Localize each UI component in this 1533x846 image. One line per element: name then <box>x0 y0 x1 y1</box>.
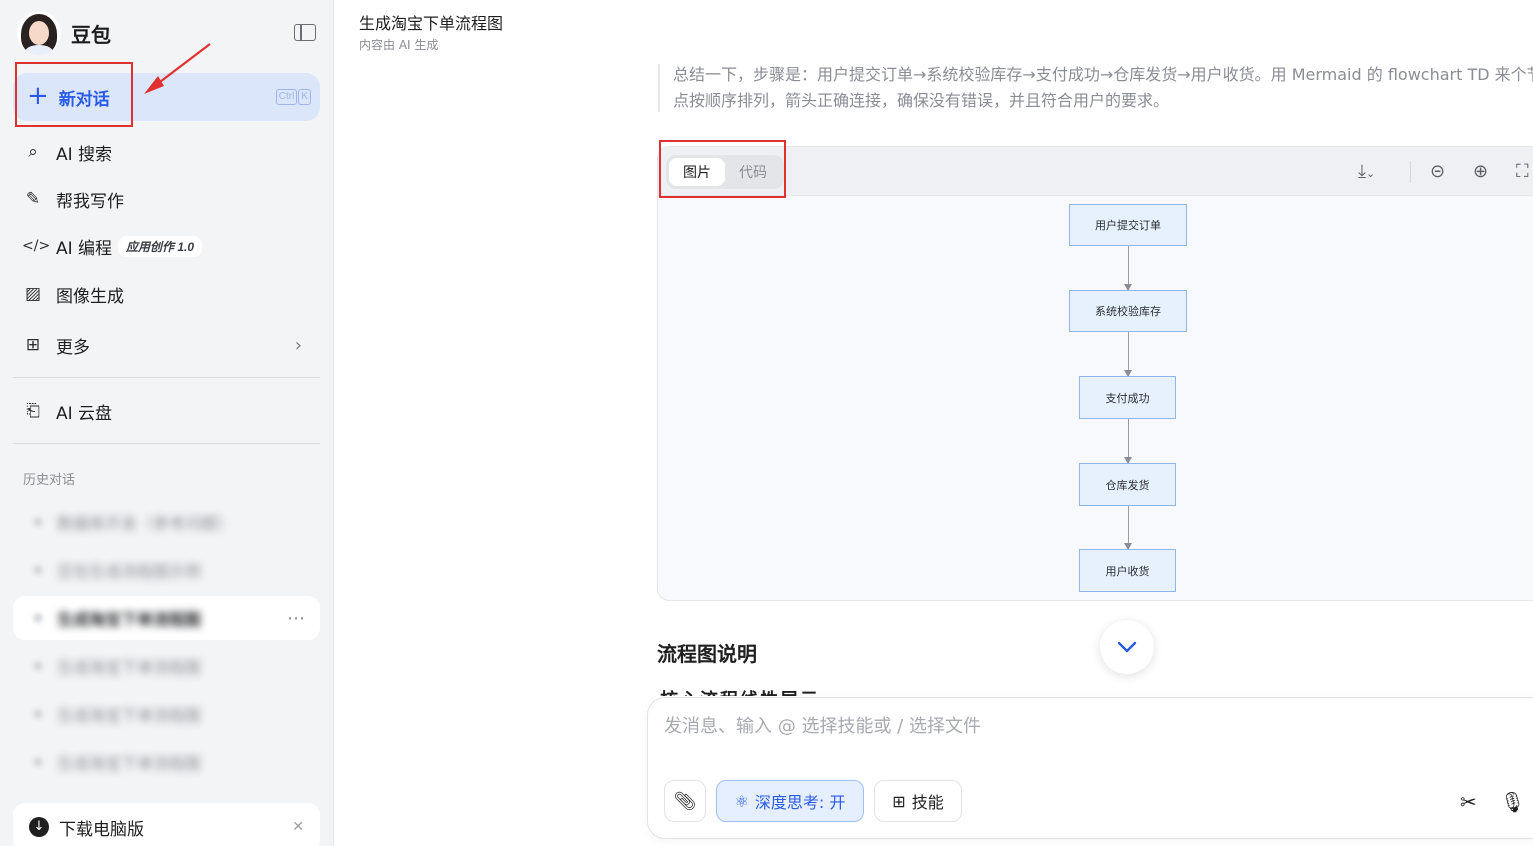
download-label: 下载电脑版 <box>59 819 144 840</box>
tab-code[interactable]: 代码 <box>725 158 781 186</box>
conversation-title: 生成淘宝下单流程图 <box>359 14 504 33</box>
history-item-label: 生成淘宝下单流程图 <box>57 610 202 629</box>
sidebar-item-label: 图像生成 <box>56 286 124 307</box>
sidebar-item-writing[interactable]: ✎ 帮我写作 <box>22 185 312 213</box>
download-dropdown-icon[interactable]: ⤓⌄ <box>1358 161 1375 182</box>
flow-node: 仓库发货 <box>1079 463 1176 506</box>
flow-node: 用户提交订单 <box>1069 204 1187 246</box>
apps-icon: ⊞ <box>892 791 906 811</box>
sidebar-item-ai-search[interactable]: ⌕ AI 搜索 <box>22 138 312 166</box>
flowchart-canvas: 用户提交订单 系统校验库存 支付成功 仓库发货 用户收货 <box>658 196 1533 600</box>
history-item-label: 豆包生成流程图示例 <box>57 562 202 581</box>
toolbar-divider <box>1410 161 1411 183</box>
history-item-label: 生成淘宝下单流程图 <box>57 658 202 677</box>
cloud-folder-icon: ⎗ <box>26 401 40 421</box>
flow-edge <box>1124 246 1132 291</box>
flow-edge <box>1124 506 1132 550</box>
flow-node: 用户收货 <box>1079 549 1176 592</box>
sidebar-item-ai-coding[interactable]: </> AI 编程 应用创作 1.0 <box>22 232 312 260</box>
tab-image[interactable]: 图片 <box>669 158 725 186</box>
scroll-down-button[interactable] <box>1100 620 1154 674</box>
history-title: 历史对话 <box>23 473 76 488</box>
image-icon: ▨ <box>24 284 42 304</box>
flow-edge <box>1124 419 1132 464</box>
deep-think-label: 深度思考: 开 <box>754 793 846 812</box>
fullscreen-icon[interactable]: ⛶ <box>1516 161 1529 182</box>
shortcut-key: Ctrl <box>275 89 298 105</box>
atom-icon: ⚛ <box>734 791 749 811</box>
download-icon: ↓ <box>29 817 49 837</box>
section-subheading: 核心流程线性展示 <box>660 688 860 696</box>
attach-button[interactable]: 📎︎ <box>664 780 706 822</box>
history-item-label: 生成淘宝下单流程图 <box>57 754 202 773</box>
flow-node: 系统校验库存 <box>1069 290 1187 332</box>
microphone-icon[interactable]: 🎙︎ <box>1500 790 1525 814</box>
close-icon[interactable]: ✕ <box>292 819 304 835</box>
pen-icon: ✎ <box>25 189 41 209</box>
history-item-label: 数据库开发（参考问题） <box>57 514 234 533</box>
skills-label: 技能 <box>911 793 944 812</box>
paperclip-icon: 📎︎ <box>673 790 697 812</box>
shortcut-key: K <box>298 89 311 105</box>
more-options-icon[interactable]: ⋯ <box>287 608 306 629</box>
quote-bar <box>658 64 660 112</box>
brand-name: 豆包 <box>71 22 111 47</box>
sidebar-item-label: AI 云盘 <box>56 403 113 424</box>
sidebar-item-label: AI 编程 <box>56 238 113 259</box>
avatar <box>17 11 61 55</box>
history-item[interactable]: 数据库开发（参考问题） <box>13 500 320 544</box>
deep-think-toggle[interactable]: ⚛ 深度思考: 开 <box>716 780 864 822</box>
apps-icon: ⊞ <box>25 335 41 355</box>
new-chat-label: 新对话 <box>58 89 110 110</box>
history-item[interactable]: 生成淘宝下单流程图 <box>13 692 320 736</box>
zoom-in-icon[interactable]: ⊕ <box>1473 161 1488 182</box>
ai-generated-note: 内容由 AI 生成 <box>359 38 439 52</box>
zoom-out-icon[interactable]: ⊝ <box>1430 161 1445 182</box>
scissors-icon[interactable]: ✂ <box>1460 790 1477 814</box>
sidebar-item-image-gen[interactable]: ▨ 图像生成 <box>22 280 312 308</box>
history-item[interactable]: 生成淘宝下单流程图 <box>13 740 320 784</box>
feature-badge: 应用创作 1.0 <box>118 235 203 257</box>
skills-button[interactable]: ⊞ 技能 <box>874 780 962 822</box>
reasoning-summary: 总结一下，步骤是：用户提交订单→系统校验库存→支付成功→仓库发货→用户收货。用 … <box>673 65 1533 110</box>
diagram-card: 图片 代码 ⤓⌄ ⊝ ⊕ ⛶ 用户提交订单 系统校验库存 支付成功 仓库发货 用… <box>657 146 1533 601</box>
sidebar-item-more[interactable]: ⊞ 更多 › <box>22 331 312 359</box>
chevron-right-icon: › <box>294 334 302 356</box>
shortcut-hint: Ctrl K <box>275 89 311 105</box>
history-item-label: 生成淘宝下单流程图 <box>57 706 202 725</box>
sidebar-item-ai-cloud[interactable]: ⎗ AI 云盘 <box>22 397 312 425</box>
section-heading: 流程图说明 <box>657 642 757 666</box>
chevron-down-icon <box>1117 641 1137 653</box>
divider <box>13 443 320 444</box>
flow-node: 支付成功 <box>1079 376 1176 419</box>
sidebar-collapse-icon[interactable] <box>294 24 316 41</box>
message-input[interactable] <box>664 716 1464 737</box>
brand[interactable]: 豆包 <box>17 11 111 55</box>
message-composer: 📎︎ ⚛ 深度思考: 开 ⊞ 技能 ✂ 🎙︎ <box>647 697 1533 839</box>
diagram-toolbar: 图片 代码 ⤓⌄ ⊝ ⊕ ⛶ <box>658 147 1533 196</box>
sidebar: 豆包 + 新对话 Ctrl K ⌕ AI 搜索 ✎ 帮我写作 </> AI 编程… <box>0 0 334 846</box>
section-subheading-clipped: 核心流程线性展示 <box>660 688 860 696</box>
flow-edge <box>1124 332 1132 377</box>
divider <box>13 377 320 378</box>
history-item[interactable]: 豆包生成流程图示例 <box>13 548 320 592</box>
plus-icon: + <box>27 80 49 111</box>
history-item[interactable]: 生成淘宝下单流程图 <box>13 644 320 688</box>
view-toggle: 图片 代码 <box>666 155 784 189</box>
search-spark-icon: ⌕ <box>28 142 38 162</box>
new-chat-button[interactable]: + 新对话 Ctrl K <box>13 73 320 121</box>
history-item-active[interactable]: 生成淘宝下单流程图 ⋯ <box>13 596 320 640</box>
code-icon: </> <box>22 238 51 254</box>
sidebar-item-label: 帮我写作 <box>56 191 124 212</box>
sidebar-item-label: 更多 <box>56 337 90 358</box>
sidebar-item-label: AI 搜索 <box>56 144 113 165</box>
download-desktop-banner[interactable]: ↓ 下载电脑版 ✕ <box>13 803 320 846</box>
